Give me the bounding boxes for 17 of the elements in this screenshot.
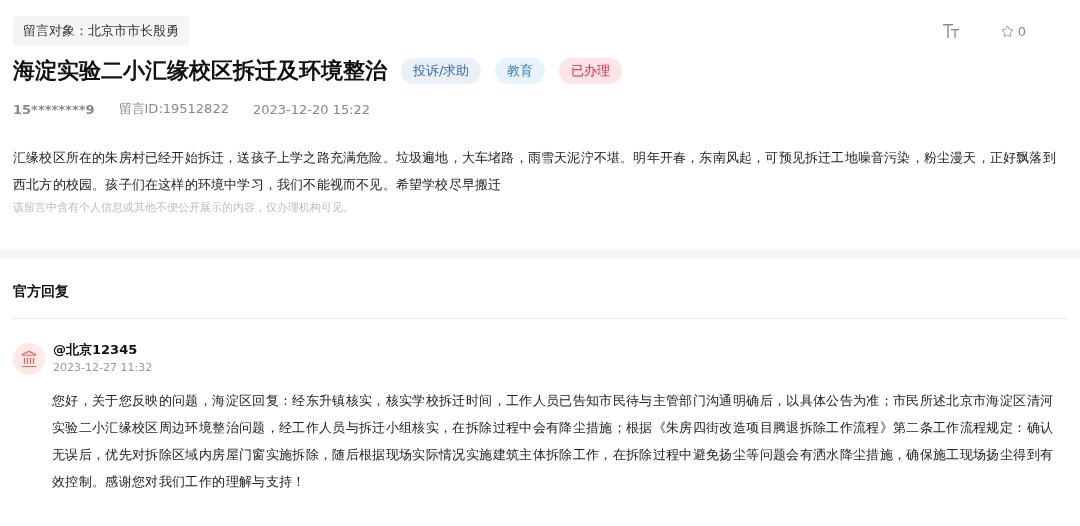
star-icon[interactable] [1000,24,1014,38]
message-id: 留言ID:19512822 [118,100,229,118]
category-tag: 投诉/求助 [401,58,482,84]
author-id: 15********9 [13,101,95,117]
message-title: 海淀实验二小汇缘校区拆迁及环境整治 [13,57,387,85]
section-heading: 官方回复 [13,283,1066,319]
reply-time: 2023-12-27 11:32 [53,361,153,374]
font-size-icon[interactable] [942,23,961,39]
building-icon [20,350,38,368]
category-tag: 已办理 [559,58,623,84]
category-tag: 教育 [495,58,546,84]
replier-name: @北京12345 [53,341,139,359]
message-time: 2023-12-20 15:22 [252,101,371,117]
message-body: 汇缘校区所在的朱房村已经开始拆迁，送孩子上学之路充满危险。垃圾遍地，大车堵路，雨雪天泥泞不堪。明年开春，东南风起，可预见拆迁工地噪音污染，粉尘漫天，正好飘落到西北方的校园。孩子们在这样的环境中学习，我们不能视而不见。希望学校尽早搬迁 [13,149,1057,194]
favorite-count: 0 [1017,23,1026,39]
reply-text: 您好，关于您反映的问题，海淀区回复：经东升镇核实，核实学校拆迁时间，工作人员已告知市民待与主管部门沟通明确后，以具体公告为准；市民所述北京市海淀区清河实验二小汇缘校区周边环境整治问题，经工作人员与拆迁小组核实，在拆除过程中会有降尘措施；根据《朱房四街改造项目腾退拆除工作流程》第二条工作流程规定：确认无误后，优先对拆除区域内房屋门窗实施拆除，随后根据现场实际情况实施建筑主体拆除工作，在拆除过程中避免扬尘等问题会有洒水降尘措施，确保施工现场扬尘得到有效控制。感谢您对我们工作的理解与支持！ [52,392,1055,491]
recipient-label: 留言对象：北京市市长殷勇 [13,16,189,46]
